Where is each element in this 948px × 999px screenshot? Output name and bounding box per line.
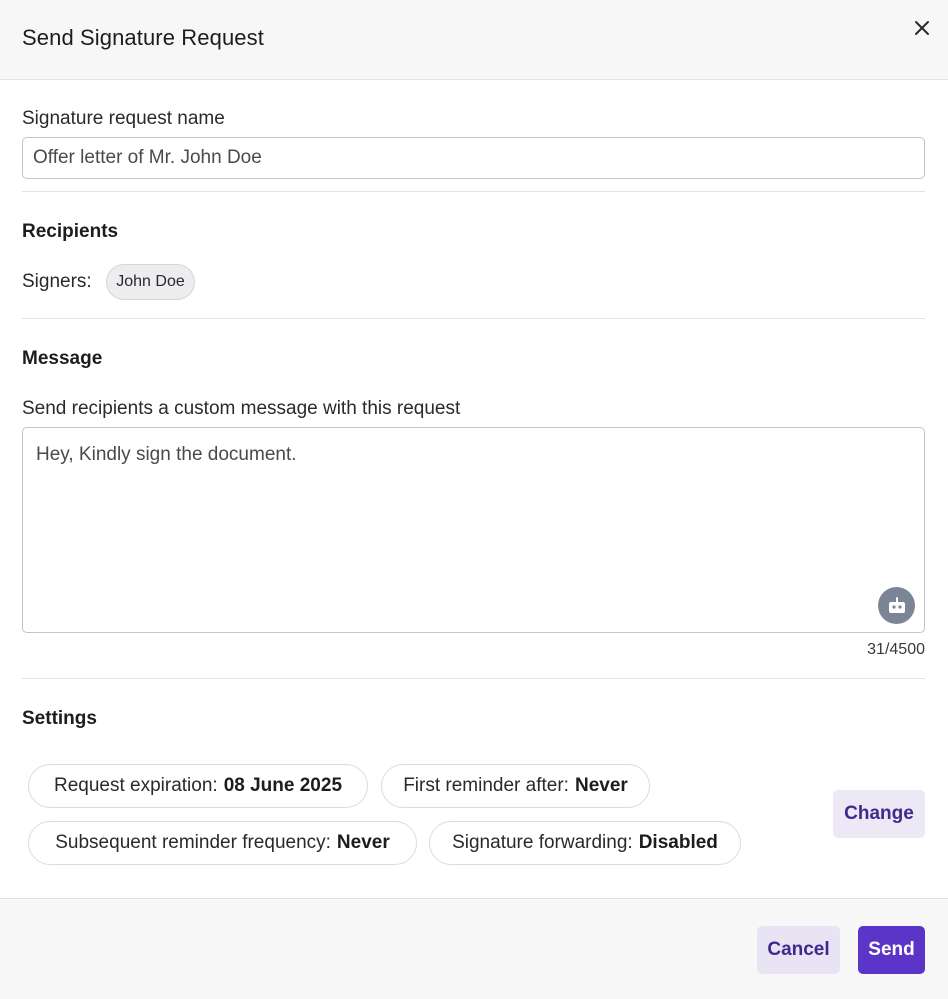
recipients-heading: Recipients — [22, 221, 119, 242]
first-reminder-value: Never — [574, 775, 628, 796]
first-reminder-setting-pill: First reminder after: Never — [381, 764, 650, 808]
forwarding-label: Signature forwarding: — [452, 832, 633, 853]
dialog-title: Send Signature Request — [22, 25, 264, 50]
cancel-button[interactable]: Cancel — [757, 926, 840, 974]
message-heading: Message — [22, 348, 103, 369]
subsequent-reminder-setting-pill: Subsequent reminder frequency: Never — [28, 821, 417, 865]
send-button[interactable]: Send — [858, 926, 925, 974]
robot-icon — [888, 596, 905, 613]
forwarding-setting-pill: Signature forwarding: Disabled — [429, 821, 741, 865]
close-icon — [915, 21, 929, 35]
subsequent-reminder-label: Subsequent reminder frequency: — [55, 832, 331, 853]
divider — [22, 678, 925, 679]
dialog-header: Send Signature Request — [0, 0, 948, 80]
forwarding-value: Disabled — [638, 832, 718, 853]
signer-chip[interactable]: John Doe — [106, 264, 195, 300]
expiration-label: Request expiration: — [53, 775, 218, 796]
divider — [22, 318, 925, 319]
ai-assistant-button[interactable] — [878, 587, 915, 624]
expiration-setting-pill: Request expiration: 08 June 2025 — [28, 764, 368, 808]
divider — [22, 191, 925, 192]
settings-heading: Settings — [22, 708, 97, 729]
subsequent-reminder-value: Never — [336, 832, 390, 853]
signers-label: Signers: — [22, 271, 92, 292]
expiration-value: 08 June 2025 — [223, 775, 343, 796]
request-name-label: Signature request name — [22, 108, 225, 129]
message-textarea[interactable]: Hey, Kindly sign the document. — [22, 427, 925, 633]
change-settings-button[interactable]: Change — [833, 790, 925, 838]
message-char-count: 31/4500 — [867, 641, 925, 658]
request-name-input[interactable] — [22, 137, 925, 179]
message-label: Send recipients a custom message with th… — [22, 398, 461, 419]
first-reminder-label: First reminder after: — [403, 775, 569, 796]
close-button[interactable] — [908, 14, 936, 42]
